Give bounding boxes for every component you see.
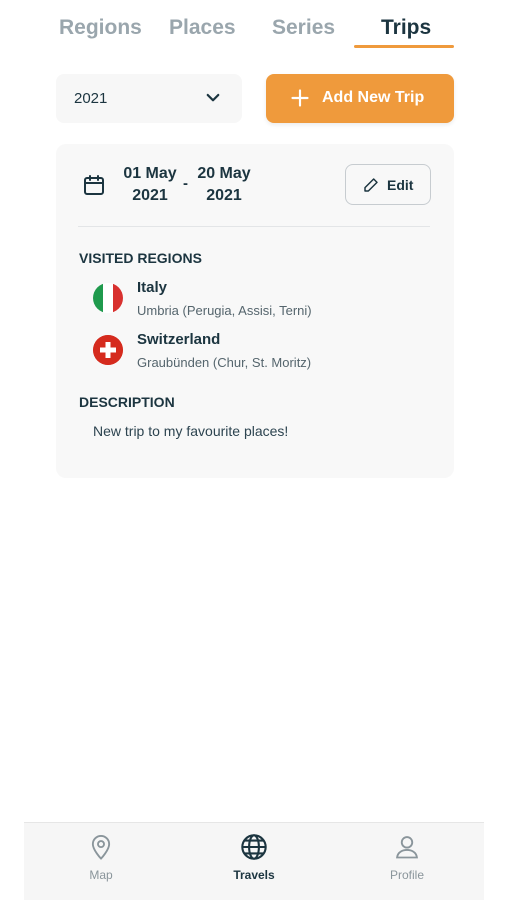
- trip-start-year: 2021: [132, 187, 168, 204]
- trip-start-date: 01 May 2021: [115, 163, 185, 207]
- trip-end-day-month: 20 May: [197, 165, 251, 182]
- region-name-italy: Italy: [137, 279, 168, 296]
- region-name-switzerland: Switzerland: [137, 331, 221, 348]
- add-new-trip-label: Add New Trip: [322, 89, 425, 106]
- tab-bar: Regions Places Series Trips: [56, 14, 456, 52]
- region-detail-switzerland: Graubünden (Chur, St. Moritz): [137, 355, 312, 370]
- italy-flag-icon: [93, 283, 123, 313]
- trip-start-day-month: 01 May: [123, 165, 177, 182]
- trip-end-date: 20 May 2021: [189, 163, 259, 207]
- nav-item-travels[interactable]: Travels: [204, 833, 304, 893]
- region-detail-italy: Umbria (Perugia, Assisi, Terni): [137, 303, 312, 318]
- nav-label-profile: Profile: [389, 868, 424, 882]
- date-separator: -: [183, 175, 188, 192]
- nav-label-travels: Travels: [233, 868, 275, 882]
- edit-label: Edit: [387, 177, 414, 193]
- tab-trips[interactable]: Trips: [381, 16, 431, 40]
- tab-regions[interactable]: Regions: [59, 16, 142, 40]
- nav-label-map: Map: [89, 868, 113, 882]
- user-icon: [396, 836, 418, 859]
- plus-icon: [291, 89, 309, 107]
- trip-card: 01 May 2021 - 20 May 2021 Edit VISITED R…: [56, 144, 454, 478]
- visited-regions-heading: VISITED REGIONS: [79, 250, 202, 266]
- tab-series[interactable]: Series: [272, 16, 335, 40]
- nav-item-profile[interactable]: Profile: [357, 833, 457, 893]
- year-select[interactable]: 2021: [56, 74, 242, 123]
- edit-trip-button[interactable]: Edit: [345, 164, 431, 205]
- year-select-value: 2021: [74, 90, 108, 107]
- bottom-navigation: Map Travels Profile: [24, 822, 484, 900]
- trip-description: New trip to my favourite places!: [93, 423, 289, 439]
- card-divider: [78, 226, 430, 227]
- map-pin-icon: [91, 835, 111, 860]
- tab-places[interactable]: Places: [169, 16, 236, 40]
- calendar-icon: [84, 175, 104, 195]
- switzerland-flag-icon: [93, 335, 123, 365]
- add-new-trip-button[interactable]: Add New Trip: [266, 74, 454, 123]
- trip-end-year: 2021: [206, 187, 242, 204]
- nav-item-map[interactable]: Map: [51, 833, 151, 893]
- pencil-icon: [364, 178, 378, 192]
- chevron-down-icon: [206, 93, 220, 102]
- globe-icon: [241, 834, 267, 860]
- active-tab-indicator: [354, 45, 454, 48]
- description-heading: DESCRIPTION: [79, 394, 175, 410]
